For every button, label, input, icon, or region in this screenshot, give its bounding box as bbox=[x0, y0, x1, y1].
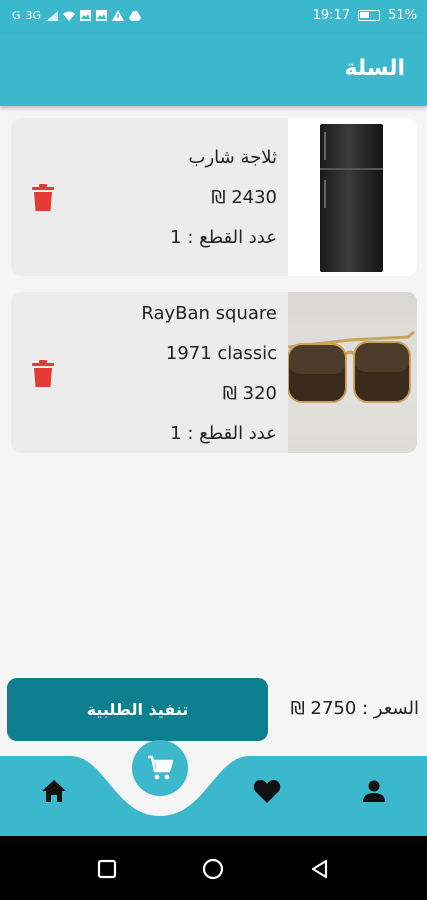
cart-item: ثلاجة شارب 2430 ₪ عدد القطع : 1 bbox=[11, 118, 417, 276]
status-bar: G 3G 19:17 51% bbox=[0, 0, 427, 34]
checkout-bar: تنفيذ الطلبية السعر : 2750 ₪ bbox=[0, 678, 427, 742]
product-name: ثلاجة شارب bbox=[188, 147, 277, 168]
nav-profile[interactable] bbox=[359, 776, 389, 806]
status-right: 19:17 51% bbox=[313, 8, 417, 23]
network-type: 3G bbox=[25, 9, 42, 22]
home-system-icon[interactable] bbox=[202, 858, 224, 880]
image-icon bbox=[80, 10, 92, 21]
product-info: ثلاجة شارب 2430 ₪ عدد القطع : 1 bbox=[57, 144, 277, 264]
nav-cart[interactable] bbox=[132, 740, 188, 796]
battery-level: 51% bbox=[388, 8, 417, 23]
heart-icon bbox=[253, 780, 281, 803]
product-name: RayBan square bbox=[141, 303, 277, 324]
fridge-image bbox=[320, 124, 383, 272]
image-icon bbox=[96, 10, 108, 21]
cart-item: RayBan square 1971 classic 320 ₪ عدد الق… bbox=[11, 292, 417, 453]
system-nav-bar bbox=[0, 836, 427, 900]
product-info: RayBan square 1971 classic 320 ₪ عدد الق… bbox=[57, 300, 277, 453]
signal-icon bbox=[46, 10, 59, 21]
warning-icon bbox=[112, 10, 125, 21]
cart-icon bbox=[148, 755, 174, 780]
app-header: السلة bbox=[0, 34, 427, 106]
product-name-line2: 1971 classic bbox=[165, 343, 277, 364]
bottom-nav bbox=[0, 740, 427, 836]
nav-home[interactable] bbox=[39, 776, 69, 806]
back-icon[interactable] bbox=[309, 858, 331, 880]
home-icon bbox=[42, 780, 66, 802]
delete-icon[interactable] bbox=[31, 184, 55, 212]
delete-icon[interactable] bbox=[31, 360, 55, 388]
nav-favorites[interactable] bbox=[252, 776, 282, 806]
clock: 19:17 bbox=[312, 8, 351, 23]
page-title: السلة bbox=[344, 56, 405, 81]
product-price: 320 ₪ bbox=[222, 383, 277, 404]
checkout-button[interactable]: تنفيذ الطلبية bbox=[7, 678, 268, 741]
product-quantity: عدد القطع : 1 bbox=[170, 227, 277, 248]
battery-icon bbox=[358, 10, 381, 21]
g-indicator: G bbox=[12, 9, 21, 22]
product-image-sunglasses bbox=[287, 292, 417, 453]
drive-icon bbox=[129, 10, 142, 21]
total-price: السعر : 2750 ₪ bbox=[290, 698, 419, 719]
product-quantity: عدد القطع : 1 bbox=[170, 423, 277, 444]
wifi-icon bbox=[63, 11, 76, 21]
status-icons: G 3G bbox=[12, 9, 142, 22]
product-price: 2430 ₪ bbox=[211, 187, 277, 208]
product-image-fridge bbox=[288, 118, 417, 276]
profile-icon bbox=[363, 780, 385, 802]
recents-icon[interactable] bbox=[96, 858, 118, 880]
sunglasses-image bbox=[287, 330, 415, 403]
